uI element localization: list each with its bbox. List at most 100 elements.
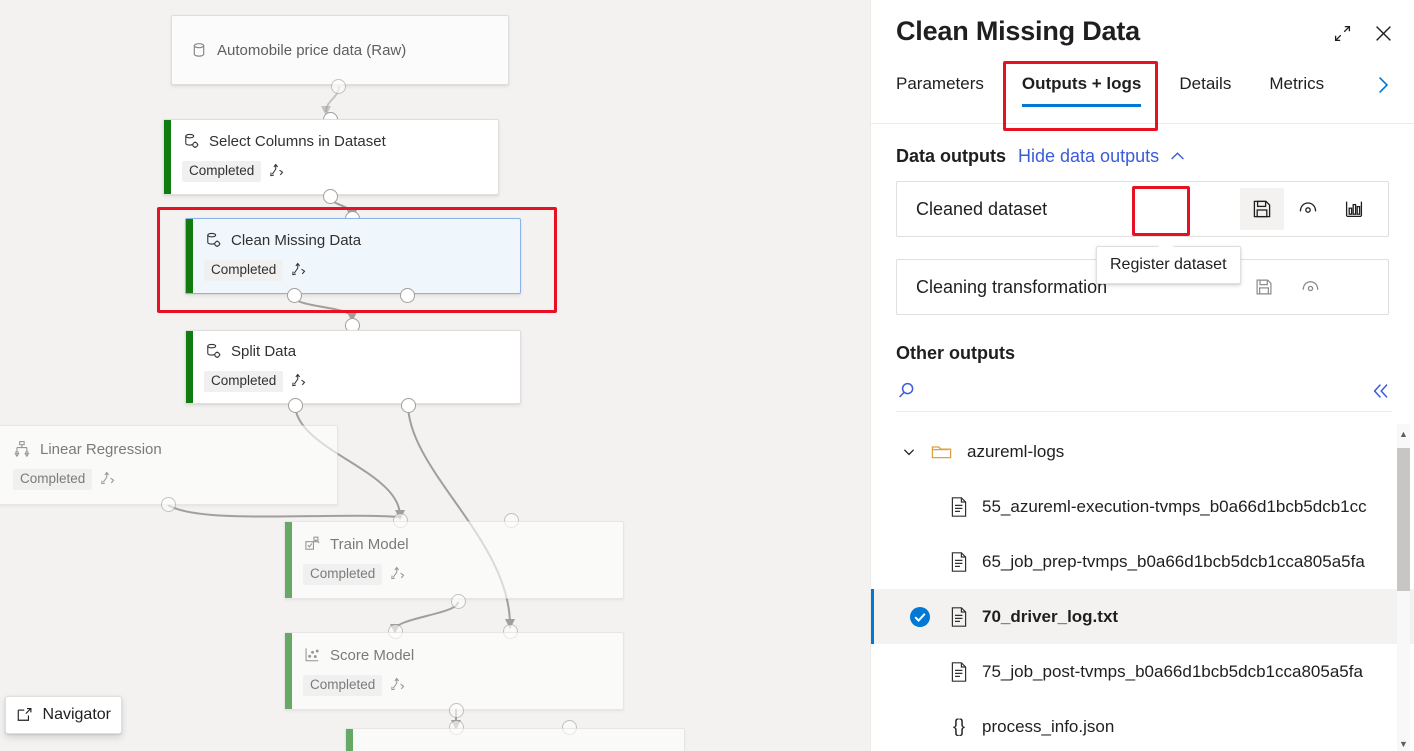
tab-details[interactable]: Details bbox=[1179, 66, 1231, 107]
json-file-icon: {} bbox=[949, 716, 969, 737]
search-icon[interactable] bbox=[896, 380, 918, 402]
scroll-down-arrow[interactable]: ▼ bbox=[1397, 734, 1410, 751]
close-button[interactable] bbox=[1368, 18, 1398, 48]
register-dataset-button[interactable] bbox=[1242, 266, 1286, 308]
tree-row-file[interactable]: 65_job_prep-tvmps_b0a66d1bcb5dcb1cca805a… bbox=[871, 534, 1414, 589]
other-outputs-label: Other outputs bbox=[871, 315, 1414, 364]
tabs-overflow-button[interactable] bbox=[1372, 74, 1394, 96]
register-dataset-button[interactable] bbox=[1240, 188, 1284, 230]
node-status-accent bbox=[285, 633, 292, 709]
tree-row-file[interactable]: 55_azureml-execution-tvmps_b0a66d1bcb5dc… bbox=[871, 479, 1414, 534]
panel-header: Clean Missing Data bbox=[871, 0, 1414, 66]
visualize-button[interactable] bbox=[1332, 188, 1376, 230]
node-header: Select Columns in Dataset bbox=[182, 132, 498, 150]
node-automobile-price-data-raw[interactable]: Automobile price data (Raw) bbox=[171, 15, 509, 85]
scroll-up-arrow[interactable]: ▲ bbox=[1397, 424, 1410, 444]
preview-icon bbox=[1297, 198, 1319, 220]
navigator-button[interactable]: Navigator bbox=[5, 696, 122, 734]
tab-parameters[interactable]: Parameters bbox=[896, 66, 984, 107]
train-model-icon bbox=[303, 535, 321, 553]
node-label: Automobile price data (Raw) bbox=[217, 43, 406, 58]
node-header: Automobile price data (Raw) bbox=[190, 41, 508, 59]
selected-check-icon bbox=[909, 606, 931, 628]
panel-tabs: Parameters Outputs + logs Details Metric… bbox=[871, 66, 1414, 124]
other-outputs-file-tree[interactable]: azureml-logs 55_azureml-execution-tvmps_… bbox=[871, 424, 1414, 751]
node-header: Clean Missing Data bbox=[204, 231, 520, 249]
node-status: Completed bbox=[0, 469, 337, 490]
node-port-output[interactable] bbox=[161, 497, 176, 512]
data-output-actions bbox=[1240, 188, 1388, 230]
status-badge: Completed bbox=[13, 469, 92, 490]
folder-icon bbox=[930, 442, 954, 462]
chart-icon bbox=[1343, 198, 1365, 220]
node-select-columns-in-dataset[interactable]: Select Columns in Dataset Completed bbox=[163, 119, 499, 195]
chevron-right-icon bbox=[1372, 74, 1394, 96]
node-status-accent bbox=[285, 522, 292, 598]
node-status: Completed bbox=[303, 564, 623, 585]
node-label: Score Model bbox=[330, 648, 414, 663]
node-header: Split Data bbox=[204, 342, 520, 360]
reuse-icon bbox=[99, 471, 116, 488]
module-details-panel: Clean Missing Data Parameters Outputs + … bbox=[870, 0, 1414, 751]
node-clean-missing-data[interactable]: Clean Missing Data Completed bbox=[185, 218, 521, 294]
node-header: Score Model bbox=[303, 646, 623, 664]
tree-row-folder[interactable]: azureml-logs bbox=[871, 424, 1414, 479]
node-port-output[interactable] bbox=[400, 288, 415, 303]
node-port-output[interactable] bbox=[323, 189, 338, 204]
chevron-down-icon[interactable] bbox=[901, 444, 917, 460]
tab-outputs-logs[interactable]: Outputs + logs bbox=[1022, 66, 1141, 107]
save-icon bbox=[1251, 198, 1273, 220]
tree-scrollbar-thumb[interactable] bbox=[1397, 448, 1410, 591]
data-output-row: Cleaned dataset bbox=[896, 181, 1389, 237]
node-port-output[interactable] bbox=[401, 398, 416, 413]
tree-item-label: 55_azureml-execution-tvmps_b0a66d1bcb5dc… bbox=[982, 497, 1367, 517]
reuse-icon bbox=[290, 373, 307, 390]
node-status: Completed bbox=[204, 371, 520, 392]
module-dataset-icon bbox=[182, 132, 200, 150]
node-port-output[interactable] bbox=[451, 594, 466, 609]
tree-item-label: 70_driver_log.txt bbox=[982, 607, 1118, 627]
status-badge: Completed bbox=[182, 161, 261, 182]
node-status: Completed bbox=[204, 260, 520, 281]
node-port-output[interactable] bbox=[331, 79, 346, 94]
expand-icon bbox=[1333, 24, 1352, 43]
search-input[interactable] bbox=[918, 381, 1370, 401]
hide-data-outputs-toggle[interactable]: Hide data outputs bbox=[1018, 146, 1187, 167]
tree-row-file-selected[interactable]: 70_driver_log.txt bbox=[871, 589, 1414, 644]
node-status-accent bbox=[186, 331, 193, 403]
node-train-model[interactable]: Train Model Completed bbox=[284, 521, 624, 599]
node-label: Select Columns in Dataset bbox=[209, 134, 386, 149]
tree-row-file[interactable]: {} process_info.json bbox=[871, 699, 1414, 751]
node-split-data[interactable]: Split Data Completed bbox=[185, 330, 521, 404]
module-dataset-icon bbox=[204, 342, 222, 360]
preview-data-button[interactable] bbox=[1288, 266, 1332, 308]
pipeline-canvas[interactable]: Automobile price data (Raw) Select Colum… bbox=[0, 0, 870, 751]
node-evaluate-model[interactable]: Evaluate Model bbox=[345, 728, 685, 751]
open-window-icon bbox=[16, 705, 34, 725]
node-port-output[interactable] bbox=[288, 398, 303, 413]
node-label: Clean Missing Data bbox=[231, 233, 361, 248]
tab-metrics[interactable]: Metrics bbox=[1269, 66, 1324, 107]
text-file-icon bbox=[949, 496, 969, 518]
expand-button[interactable] bbox=[1327, 18, 1357, 48]
text-file-icon bbox=[949, 551, 969, 573]
preview-icon bbox=[1300, 277, 1321, 298]
module-dataset-icon bbox=[204, 231, 222, 249]
collapse-all-icon[interactable] bbox=[1370, 380, 1392, 402]
chevron-up-icon bbox=[1168, 147, 1187, 166]
node-status-accent bbox=[164, 120, 171, 194]
dataset-icon bbox=[190, 41, 208, 59]
close-icon bbox=[1373, 23, 1394, 44]
node-header: Linear Regression bbox=[0, 440, 337, 458]
node-status: Completed bbox=[303, 675, 623, 696]
scatter-icon bbox=[303, 646, 321, 664]
status-badge: Completed bbox=[303, 564, 382, 585]
hide-data-outputs-label: Hide data outputs bbox=[1018, 146, 1159, 167]
node-score-model[interactable]: Score Model Completed bbox=[284, 632, 624, 710]
preview-data-button[interactable] bbox=[1286, 188, 1330, 230]
node-label: Linear Regression bbox=[40, 442, 162, 457]
node-port-output[interactable] bbox=[449, 703, 464, 718]
node-linear-regression[interactable]: Linear Regression Completed bbox=[0, 425, 338, 505]
tree-row-file[interactable]: 75_job_post-tvmps_b0a66d1bcb5dcb1cca805a… bbox=[871, 644, 1414, 699]
node-port-output[interactable] bbox=[287, 288, 302, 303]
